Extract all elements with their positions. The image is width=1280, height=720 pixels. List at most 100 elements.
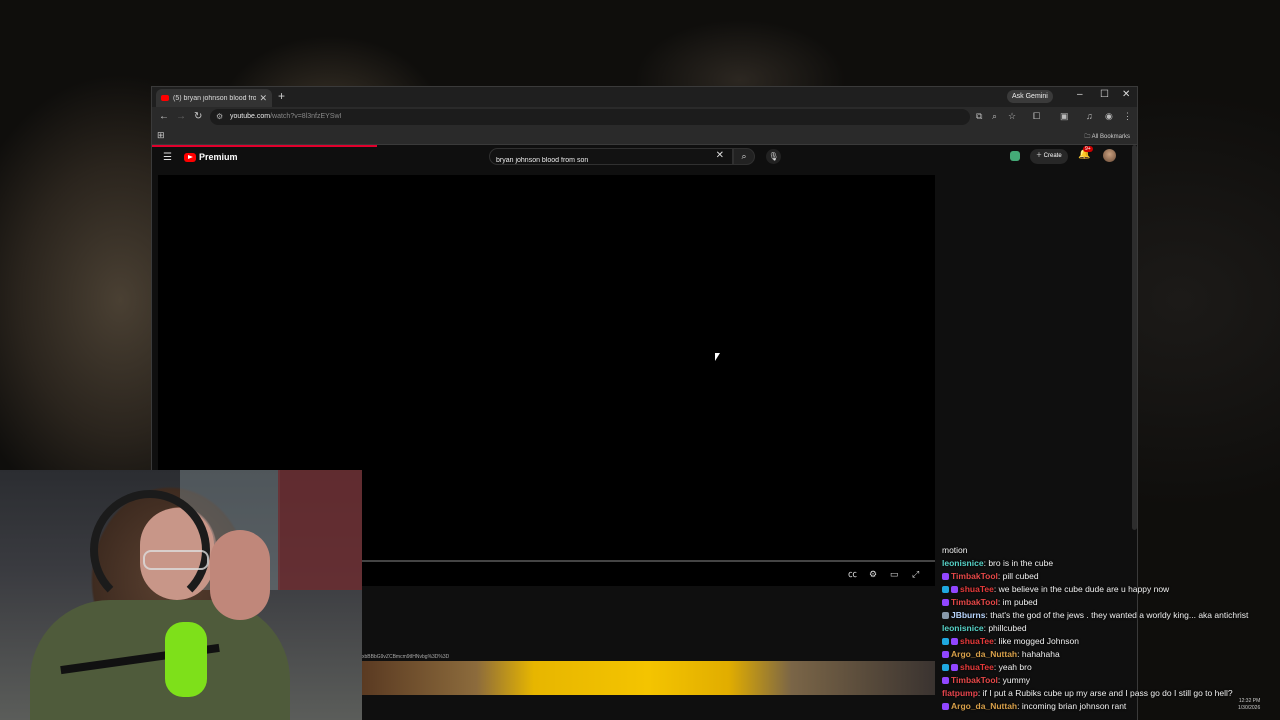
chat-text: like mogged Johnson <box>998 636 1079 646</box>
menu-kebab-icon[interactable]: ⋮ <box>1123 111 1132 122</box>
taskbar-clock: 12:32 PM 1/30/2026 <box>1238 698 1260 712</box>
tab-title: (5) bryan johnson blood from <box>173 94 257 102</box>
video-thumbnail[interactable] <box>362 661 935 695</box>
chat-text: yummy <box>1002 675 1031 685</box>
account-avatar[interactable] <box>1103 149 1116 162</box>
profile-icon[interactable]: ◉ <box>1105 111 1113 122</box>
chat-text: bro is in the cube <box>988 558 1054 568</box>
chat-badge-icon <box>951 638 958 645</box>
chat-badge-icon <box>942 586 949 593</box>
create-button[interactable]: ＋ Create <box>1030 149 1068 164</box>
close-window-icon[interactable]: ✕ <box>1122 89 1130 100</box>
logo-label: Premium <box>199 152 238 162</box>
chat-text: im pubed <box>1002 597 1038 607</box>
all-bookmarks-label: All Bookmarks <box>1091 134 1130 140</box>
maximize-icon[interactable]: ☐ <box>1100 89 1109 100</box>
chat-username[interactable]: TimbakTool <box>951 675 998 685</box>
chat-badge-icon <box>942 638 949 645</box>
forward-icon[interactable]: → <box>176 111 186 122</box>
chat-text: yeah bro <box>998 662 1032 672</box>
fullscreen-icon[interactable]: ⤢ <box>912 569 919 580</box>
apps-grid-icon[interactable]: ⊞ <box>157 130 165 141</box>
back-icon[interactable]: ← <box>159 111 169 122</box>
address-bar[interactable]: ⚙ youtube.com/watch?v=8l3nfzEYSwI <box>210 109 970 125</box>
youtube-play-icon <box>184 152 196 162</box>
create-label: Create <box>1043 153 1062 159</box>
search-button[interactable]: ⌕ <box>733 148 755 165</box>
chat-message: flatpump: if I put a Rubiks cube up my a… <box>942 687 1280 700</box>
miniplayer-icon[interactable]: ▭ <box>890 569 899 580</box>
zoom-icon[interactable]: ⌕ <box>992 111 997 122</box>
side-panel-icon[interactable]: ▣ <box>1060 111 1069 122</box>
new-tab-button[interactable]: + <box>278 89 285 103</box>
webcam-overlay <box>0 470 362 720</box>
chat-message: motion <box>942 544 1280 557</box>
chat-text: that's the god of the jews . they wanted… <box>990 610 1249 620</box>
chat-badge-icon <box>951 586 958 593</box>
chat-text: incoming brian johnson rant <box>1021 701 1127 711</box>
chat-message: leonisnice: phillcubed <box>942 622 1280 635</box>
chat-badge-icon <box>942 573 949 580</box>
search-box: ✕ <box>489 148 733 168</box>
chat-badge-icon <box>942 599 949 606</box>
chat-username[interactable]: TimbakTool <box>951 571 998 581</box>
chat-text: we believe in the cube dude are u happy … <box>998 584 1170 594</box>
extensions-icon[interactable]: ⧠ <box>1033 111 1040 122</box>
chat-message: shuaTee: we believe in the cube dude are… <box>942 583 1280 596</box>
chat-message: Argo_da_Nuttah: incoming brian johnson r… <box>942 700 1280 713</box>
tab-youtube[interactable]: (5) bryan johnson blood from ✕ <box>156 89 272 107</box>
chat-username[interactable]: leonisnice <box>942 558 984 568</box>
clear-search-icon[interactable]: ✕ <box>716 150 724 161</box>
chat-username[interactable]: Argo_da_Nuttah <box>951 701 1017 711</box>
cam-glasses <box>143 550 209 570</box>
chat-message: JBburns: that's the god of the jews . th… <box>942 609 1280 622</box>
chat-username[interactable]: Argo_da_Nuttah <box>951 649 1017 659</box>
stream-chat-overlay: motion leonisnice: bro is in the cube Timb… <box>942 544 1280 720</box>
close-tab-icon[interactable]: ✕ <box>259 93 267 104</box>
description-text: xbBBbG9vZCBmcm9tIHNvbg%3D%3D <box>362 654 450 660</box>
captions-icon[interactable]: ㏄ <box>848 567 857 580</box>
browser-toolbar: ← → ↻ ⚙ youtube.com/watch?v=8l3nfzEYSwI … <box>152 107 1137 128</box>
chat-text: hahahaha <box>1021 649 1060 659</box>
extension-icon[interactable] <box>1010 151 1020 161</box>
chat-text: motion <box>942 545 968 555</box>
chat-badge-icon <box>942 677 949 684</box>
chat-username[interactable]: shuaTee <box>960 584 994 594</box>
chat-message: Argo_da_Nuttah: hahahaha <box>942 648 1280 661</box>
chat-badge-icon <box>942 651 949 658</box>
reload-icon[interactable]: ↻ <box>194 111 202 122</box>
url-path: /watch?v=8l3nfzEYSwI <box>270 113 342 120</box>
chat-message: TimbakTool: yummy <box>942 674 1280 687</box>
page-load-progress <box>152 145 377 147</box>
search-input[interactable] <box>490 153 711 168</box>
minimize-icon[interactable]: – <box>1077 89 1083 100</box>
clock-date: 1/30/2026 <box>1238 705 1261 711</box>
chat-username[interactable]: shuaTee <box>960 662 994 672</box>
chat-message: shuaTee: yeah bro <box>942 661 1280 674</box>
site-info-icon[interactable]: ⚙ <box>216 109 223 125</box>
chat-badge-icon <box>951 664 958 671</box>
chat-username[interactable]: JBburns <box>951 610 985 620</box>
chat-text: phillcubed <box>988 623 1027 633</box>
bookmarks-bar: ⊞ 🗀 All Bookmarks <box>152 128 1137 145</box>
voice-search-button[interactable]: 🎙 <box>766 149 781 164</box>
chat-username[interactable]: shuaTee <box>960 636 994 646</box>
clock-time: 12:32 PM <box>1238 698 1261 704</box>
install-app-icon[interactable]: ⧉ <box>976 111 982 122</box>
cam-background <box>278 470 362 590</box>
ask-gemini-button[interactable]: Ask Gemini <box>1007 90 1053 103</box>
settings-gear-icon[interactable]: ⚙ <box>869 569 877 580</box>
notifications-bell-icon[interactable]: 🔔 9+ <box>1078 146 1093 160</box>
tab-bar: (5) bryan johnson blood from ✕ + Ask Gem… <box>152 87 1137 107</box>
bookmark-star-icon[interactable]: ☆ <box>1008 111 1016 122</box>
youtube-premium-logo[interactable]: Premium <box>184 152 238 162</box>
media-icon[interactable]: ♫ <box>1086 111 1093 121</box>
youtube-favicon-icon <box>161 95 169 101</box>
chat-username[interactable]: TimbakTool <box>951 597 998 607</box>
hamburger-menu-icon[interactable]: ☰ <box>163 152 172 163</box>
chat-username[interactable]: leonisnice <box>942 623 984 633</box>
all-bookmarks-button[interactable]: 🗀 All Bookmarks <box>1084 132 1130 142</box>
page-scrollbar[interactable] <box>1132 145 1137 530</box>
chat-badge-icon <box>942 703 949 710</box>
chat-username[interactable]: flatpump <box>942 688 978 698</box>
